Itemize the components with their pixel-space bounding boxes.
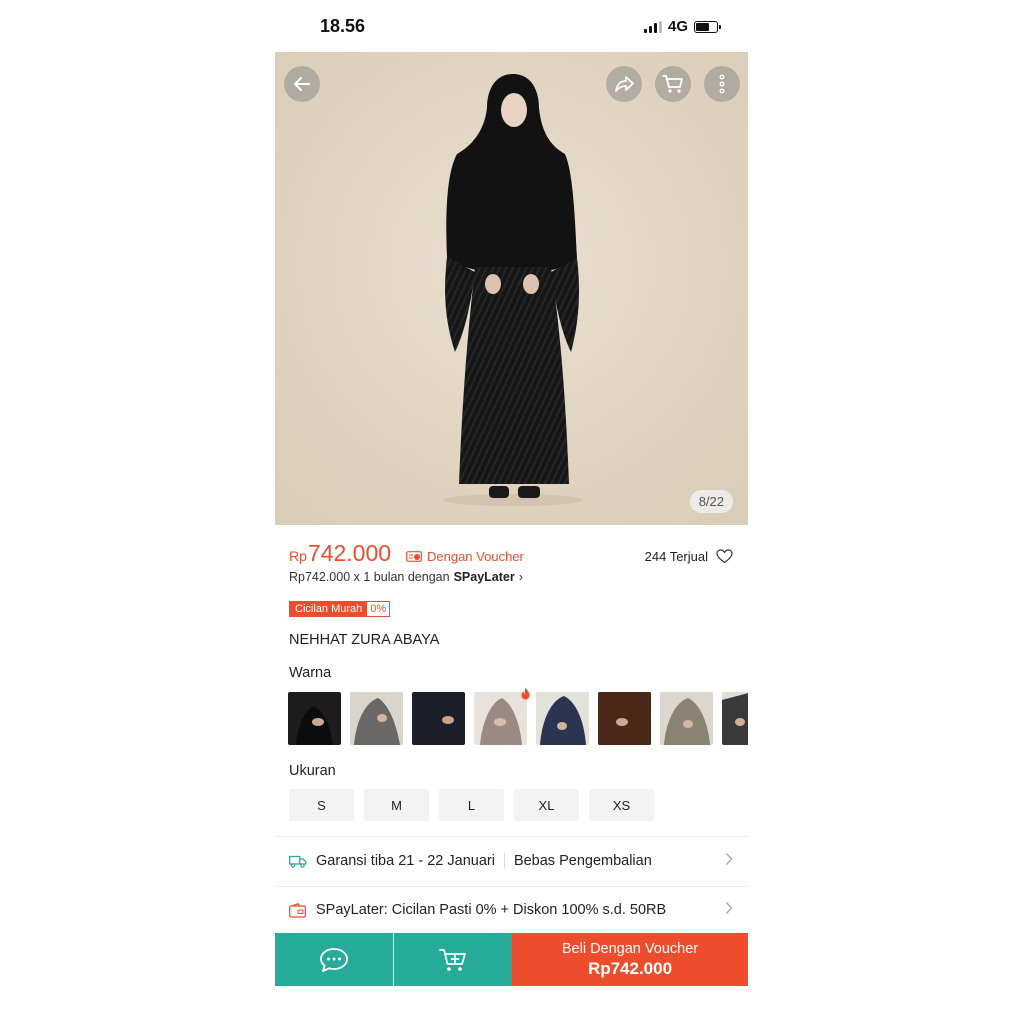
chevron-right-icon: › — [518, 570, 523, 584]
truck-icon — [289, 852, 307, 870]
color-label: Warna — [289, 665, 332, 681]
sold-info: 244 Terjual — [645, 549, 733, 564]
sold-count: 244 Terjual — [644, 549, 708, 564]
product-photo-illustration — [275, 52, 748, 525]
cart-icon — [662, 75, 683, 93]
size-option-xl[interactable]: XL — [514, 789, 579, 821]
paylater-promo-row[interactable]: SPayLater: Cicilan Pasti 0% + Diskon 100… — [289, 898, 739, 922]
promo-text: SPayLater: Cicilan Pasti 0% + Diskon 100… — [316, 902, 667, 918]
more-button[interactable] — [704, 66, 740, 102]
back-button[interactable] — [284, 66, 320, 102]
voucher-label: Dengan Voucher — [427, 549, 524, 564]
product-image[interactable]: 8/22 — [275, 52, 748, 525]
buy-label: Beli Dengan Voucher — [561, 940, 699, 957]
price-row: Rp 742.000 Dengan Voucher 244 Terjual — [289, 540, 739, 570]
product-title: NEHHAT ZURA ABAYA — [289, 632, 440, 648]
chat-button[interactable] — [275, 933, 393, 986]
price-amount: 742.000 — [307, 540, 392, 566]
buy-price: Rp742.000 — [587, 958, 673, 978]
installment-badge: Cicilan Murah 0% — [289, 601, 391, 617]
heart-icon[interactable] — [716, 549, 733, 564]
image-counter: 8/22 — [689, 490, 733, 513]
chevron-right-icon — [725, 853, 733, 865]
paylater-brand: SPayLater — [453, 570, 515, 584]
divider — [275, 886, 748, 887]
shipping-guarantee: Garansi tiba 21 - 22 Januari — [316, 853, 495, 869]
share-icon — [615, 76, 634, 92]
paylater-row[interactable]: Rp742.000 x 1 bulan dengan SPayLater › — [289, 570, 523, 584]
voucher-icon — [406, 551, 422, 562]
size-option-xs[interactable]: XS — [589, 789, 654, 821]
arrow-left-icon — [294, 77, 310, 91]
cart-button[interactable] — [655, 66, 691, 102]
voucher-tag[interactable]: Dengan Voucher — [406, 549, 524, 564]
divider — [275, 836, 748, 837]
product-price: Rp 742.000 — [289, 540, 391, 567]
color-swatch-navy[interactable] — [412, 692, 465, 745]
add-to-cart-button[interactable] — [394, 933, 512, 986]
color-swatch-brown[interactable] — [598, 692, 651, 745]
share-button[interactable] — [606, 66, 642, 102]
wallet-icon — [289, 901, 307, 919]
status-time: 18.56 — [320, 16, 366, 36]
chevron-right-icon — [725, 902, 733, 914]
paylater-text: Rp742.000 x 1 bulan dengan — [289, 570, 450, 584]
flame-icon — [521, 687, 530, 700]
color-swatches — [288, 692, 748, 746]
free-returns: Bebas Pengembalian — [513, 853, 652, 869]
size-label: Ukuran — [289, 763, 336, 779]
bottom-action-bar: Beli Dengan Voucher Rp742.000 — [275, 933, 748, 986]
size-option-l[interactable]: L — [439, 789, 504, 821]
color-swatch-charcoal[interactable] — [722, 692, 748, 745]
status-bar: 18.56 4G — [275, 0, 748, 52]
color-swatch-taupe[interactable] — [660, 692, 713, 745]
color-swatch-grey[interactable] — [350, 692, 403, 745]
color-swatch-blue[interactable] — [536, 692, 589, 745]
network-label: 4G — [667, 18, 688, 35]
battery-icon — [694, 20, 721, 33]
signal-icon — [643, 20, 662, 33]
size-option-s[interactable]: S — [289, 789, 354, 821]
installment-badge-label: Cicilan Murah — [290, 602, 368, 616]
color-swatch-black[interactable] — [288, 692, 341, 745]
cart-plus-icon — [439, 948, 466, 971]
status-indicators: 4G — [643, 18, 721, 35]
size-option-m[interactable]: M — [364, 789, 429, 821]
installment-badge-value: 0% — [367, 602, 390, 616]
chat-icon — [320, 947, 348, 972]
price-currency: Rp — [289, 548, 307, 564]
shipping-row[interactable]: Garansi tiba 21 - 22 Januari Bebas Penge… — [289, 849, 739, 873]
buy-with-voucher-button[interactable]: Beli Dengan Voucher Rp742.000 — [512, 933, 748, 986]
more-vertical-icon — [719, 74, 725, 94]
